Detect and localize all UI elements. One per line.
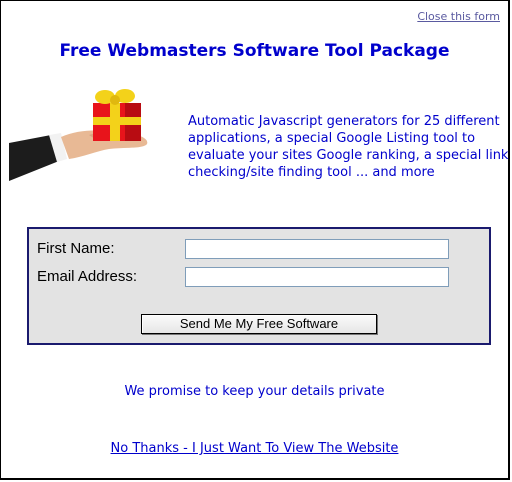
bow-center bbox=[110, 95, 120, 105]
signup-form: First Name: Email Address: Send Me My Fr… bbox=[27, 227, 491, 345]
privacy-note: We promise to keep your details private bbox=[124, 384, 385, 399]
first-name-label: First Name: bbox=[37, 240, 115, 257]
page-title: Free Webmasters Software Tool Package bbox=[59, 41, 450, 61]
product-description: Automatic Javascript generators for 25 d… bbox=[188, 114, 509, 180]
send-software-button[interactable]: Send Me My Free Software bbox=[141, 314, 377, 334]
email-label: Email Address: bbox=[37, 268, 138, 285]
email-field[interactable] bbox=[185, 267, 449, 287]
popup-frame: Close this form Free Webmasters Software… bbox=[0, 0, 510, 480]
no-thanks-link[interactable]: No Thanks - I Just Want To View The Webs… bbox=[1, 441, 508, 456]
gift-in-hand-icon bbox=[9, 89, 148, 181]
close-form-link[interactable]: Close this form bbox=[417, 10, 500, 23]
first-name-field[interactable] bbox=[185, 239, 449, 259]
ribbon-horizontal bbox=[93, 117, 141, 125]
